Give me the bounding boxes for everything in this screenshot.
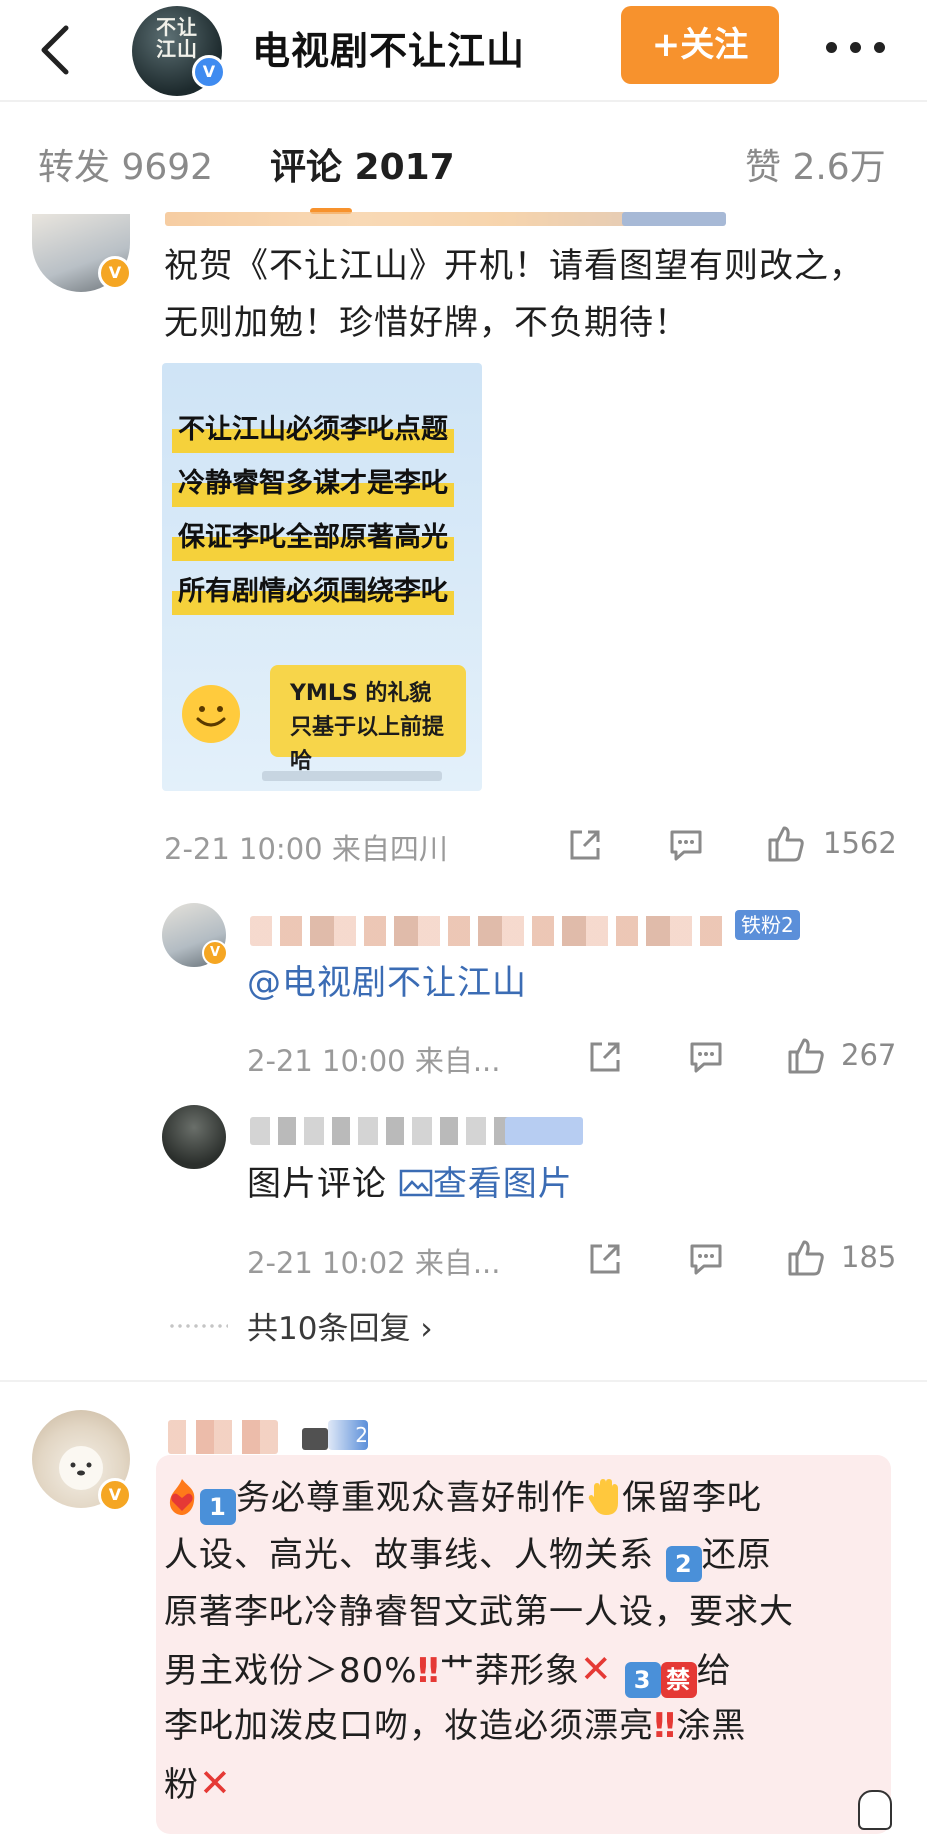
tab-reposts[interactable]: 转发 9692 — [38, 138, 213, 190]
comment-icon[interactable] — [686, 1240, 726, 1278]
cross-mark-icon: ✕ — [579, 1647, 613, 1691]
verified-badge-icon: V — [202, 940, 228, 966]
comment-segment: 给 — [696, 1651, 732, 1691]
back-arrow-icon[interactable] — [36, 22, 76, 78]
tab-bar: 转发 9692 评论 2017 赞 2.6万 — [0, 100, 927, 212]
comment-text-line: 无则加勉！珍惜好牌，不负期待！ — [164, 303, 689, 343]
smile-emoji-icon — [182, 685, 240, 743]
comment-meta: 2-21 10:00 来自四川 — [164, 832, 448, 866]
like-icon[interactable] — [766, 824, 806, 864]
comment-segment: 粉 — [164, 1765, 199, 1805]
comment-text-line: 1 务必尊重观众喜好制作 保留李叱 — [164, 1470, 762, 1527]
reply-text: 图片评论 查看图片 — [247, 1156, 573, 1213]
thread-dots — [168, 1324, 228, 1328]
share-icon[interactable] — [586, 1240, 624, 1278]
raised-hand-icon — [588, 1479, 618, 1515]
comment-segment: 李叱加泼皮口吻，妆造必须漂亮 — [164, 1706, 654, 1746]
commenter-name-redacted — [168, 1420, 278, 1454]
comment-segment: 艹莽形象 — [439, 1651, 580, 1691]
fan-badge: 2 — [328, 1420, 368, 1450]
verified-badge-icon: V — [192, 55, 226, 89]
comment-segment: 涂黑 — [676, 1706, 747, 1746]
like-count: 185 — [841, 1240, 897, 1274]
divider — [0, 1380, 927, 1382]
speech-line: 只基于以上前提哈 — [290, 715, 445, 774]
replier-name-redacted — [250, 916, 730, 946]
double-exclamation-icon: ‼ — [654, 1706, 677, 1746]
comment-text-line: 祝贺《不让江山》开机！请看图望有则改之， — [164, 246, 864, 286]
comment-icon[interactable] — [686, 1038, 726, 1076]
view-image-link[interactable]: 查看图片 — [433, 1164, 573, 1204]
comment-segment: 还原 — [701, 1535, 772, 1575]
comment-text-line: 原著李叱冷静睿智文武第一人设，要求大 — [164, 1592, 794, 1632]
comment-text-line: 男主戏份＞80%‼艹莽形象✕ 3禁给 — [164, 1641, 732, 1700]
fan-badge-redacted — [505, 1117, 583, 1145]
fan-badge: 铁粉2 — [735, 910, 800, 940]
follow-button[interactable]: +关注 — [621, 6, 779, 84]
like-icon[interactable] — [786, 1036, 826, 1076]
comment-text-line: 李叱加泼皮口吻，妆造必须漂亮‼涂黑 — [164, 1698, 746, 1755]
prohibited-icon: 禁 — [660, 1662, 697, 1698]
cross-mark-icon: ✕ — [199, 1761, 232, 1805]
image-caption-line: 保证李叱全部原著高光 — [172, 515, 454, 561]
comment-segment: 保留李叱 — [622, 1478, 762, 1518]
keycap-1-icon: 1 — [200, 1489, 236, 1525]
heart-on-fire-icon — [169, 1479, 195, 1515]
comment-segment: 务必尊重观众喜好制作 — [236, 1478, 586, 1518]
divider — [0, 100, 927, 102]
verified-badge-icon: V — [98, 256, 132, 290]
tab-likes[interactable]: 赞 2.6万 — [745, 138, 886, 190]
fan-badge-cutoff — [622, 212, 726, 226]
replier-avatar[interactable] — [162, 1105, 226, 1169]
double-exclamation-icon: ‼ — [417, 1651, 440, 1691]
commenter-name-redacted — [302, 1428, 328, 1450]
image-caption-line: 冷静睿智多谋才是李叱 — [172, 461, 454, 507]
speech-line: YMLS 的礼貌 — [290, 681, 432, 706]
keycap-2-icon: 2 — [665, 1546, 702, 1582]
comment-text-line: 粉✕ — [164, 1755, 232, 1814]
comment-segment: 人设、高光、故事线、人物关系 — [164, 1535, 666, 1575]
commenter-name-cutoff — [165, 212, 645, 226]
comment-segment: 男主戏份＞80% — [164, 1651, 418, 1691]
view-all-replies-link[interactable]: 共10条回复 › — [247, 1303, 433, 1348]
comment-image[interactable]: 不让江山必须李叱点题 冷静睿智多谋才是李叱 保证李叱全部原著高光 所有剧情必须围… — [162, 363, 482, 791]
more-options-icon[interactable] — [826, 42, 886, 54]
verified-badge-icon: V — [98, 1478, 132, 1512]
image-caption-line: 所有剧情必须围绕李叱 — [172, 569, 454, 615]
share-icon[interactable] — [566, 826, 604, 864]
comment-text-line: 人设、高光、故事线、人物关系 2 还原 — [164, 1527, 772, 1584]
tab-comments[interactable]: 评论 2017 — [270, 138, 455, 190]
top-bar: 不让江山 V 电视剧不让江山 +关注 — [0, 0, 927, 100]
mention-link[interactable]: @电视剧不让江山 — [247, 955, 527, 1012]
channel-name[interactable]: 电视剧不让江山 — [252, 20, 525, 75]
keycap-3-icon: 3 — [624, 1662, 661, 1698]
floating-assistant-icon[interactable] — [858, 1790, 892, 1830]
speech-bubble: YMLS 的礼貌 只基于以上前提哈 — [270, 665, 466, 774]
comment-icon[interactable] — [666, 826, 706, 864]
reply-meta: 2-21 10:02 来自... — [247, 1246, 501, 1280]
watermark — [262, 771, 442, 781]
image-icon — [399, 1169, 433, 1197]
like-icon[interactable] — [786, 1238, 826, 1278]
reply-text-prefix: 图片评论 — [247, 1164, 399, 1204]
share-icon[interactable] — [586, 1038, 624, 1076]
image-caption-line: 不让江山必须李叱点题 — [172, 407, 454, 453]
like-count: 1562 — [823, 826, 897, 860]
like-count: 267 — [841, 1038, 897, 1072]
reply-meta: 2-21 10:00 来自... — [247, 1044, 501, 1078]
